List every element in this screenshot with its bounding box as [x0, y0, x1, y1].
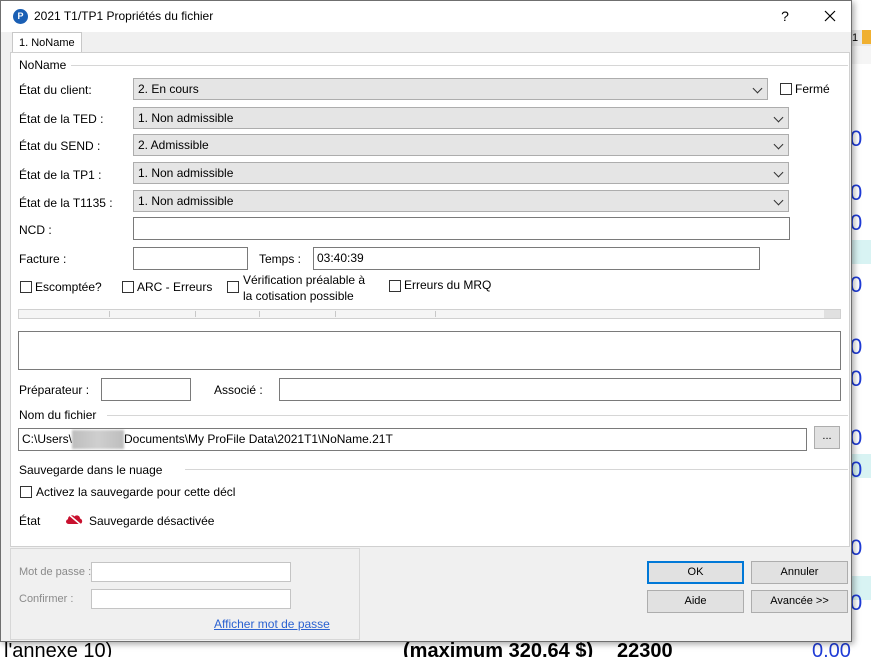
- cloud-state-value: Sauvegarde désactivée: [89, 514, 215, 528]
- profile-logo-icon: P: [13, 9, 28, 24]
- tab-noname[interactable]: 1. NoName: [12, 32, 82, 53]
- verification-checkbox[interactable]: [227, 281, 239, 293]
- client-state-label: État du client:: [19, 83, 92, 97]
- title-bar[interactable]: P 2021 T1/TP1 Propriétés du fichier ?: [1, 1, 851, 32]
- ted-state-value: 1. Non admissible: [138, 111, 234, 125]
- tp1-state-select[interactable]: 1. Non admissible: [133, 162, 789, 184]
- bg-bottom-amount: 0,00: [812, 640, 851, 657]
- file-path-prefix: C:\Users\: [22, 432, 73, 446]
- window-title: 2021 T1/TP1 Propriétés du fichier: [34, 9, 214, 23]
- notes-memo-field[interactable]: [18, 331, 841, 370]
- client-state-value: 2. En cours: [138, 82, 199, 96]
- send-state-select[interactable]: 2. Admissible: [133, 134, 789, 156]
- help-title-button[interactable]: ?: [771, 4, 799, 28]
- chevron-down-icon: [773, 195, 784, 206]
- file-properties-dialog: P 2021 T1/TP1 Propriétés du fichier ? 1.…: [0, 0, 852, 642]
- list-column-divider: [259, 311, 260, 317]
- cancel-button[interactable]: Annuler: [751, 561, 848, 584]
- erreurs-mrq-label: Erreurs du MRQ: [404, 278, 492, 292]
- temps-field[interactable]: 03:40:39: [313, 247, 760, 270]
- redacted-username: [72, 430, 125, 450]
- arc-erreurs-checkbox[interactable]: [122, 281, 134, 293]
- cloud-enable-checkbox[interactable]: [20, 486, 32, 498]
- confirm-password-field[interactable]: [91, 589, 291, 609]
- chevron-down-icon: [773, 112, 784, 123]
- tp1-state-label: État de la TP1 :: [19, 168, 102, 182]
- ferme-checkbox[interactable]: [780, 83, 792, 95]
- password-label: Mot de passe :: [19, 566, 92, 578]
- cloud-off-icon: [66, 512, 83, 526]
- preparateur-field[interactable]: [101, 378, 191, 401]
- t1135-state-select[interactable]: 1. Non admissible: [133, 190, 789, 212]
- facture-field[interactable]: [133, 247, 248, 270]
- escomptee-checkbox[interactable]: [20, 281, 32, 293]
- ncd-label: NCD :: [19, 223, 52, 237]
- bg-strip: [852, 240, 871, 264]
- ncd-field[interactable]: [133, 217, 790, 240]
- facture-label: Facture :: [19, 252, 67, 266]
- browse-button[interactable]: ...: [814, 426, 840, 449]
- t1135-state-label: État de la T1135 :: [19, 196, 113, 210]
- bg-bottom-row: l'annexe 10) (maximum 320,64 $) 22300 0,…: [0, 640, 871, 657]
- ok-button[interactable]: OK: [647, 561, 744, 584]
- close-icon: [824, 10, 836, 22]
- help-button[interactable]: Aide: [647, 590, 744, 613]
- t1135-state-value: 1. Non admissible: [138, 194, 234, 208]
- confirm-label: Confirmer :: [19, 593, 74, 605]
- file-path-field[interactable]: C:\Users\ Documents\My ProFile Data\2021T…: [18, 428, 807, 451]
- file-path-suffix: Documents\My ProFile Data\2021T1\NoName.…: [124, 432, 393, 446]
- cloud-enable-label: Activez la sauvegarde pour cette décl: [36, 485, 236, 499]
- verification-label-line1: Vérification préalable à: [243, 273, 366, 287]
- erreurs-mrq-checkbox[interactable]: [389, 280, 401, 292]
- associe-label: Associé :: [214, 383, 263, 397]
- temps-label: Temps :: [259, 252, 302, 266]
- group-divider: [185, 469, 848, 470]
- client-state-select[interactable]: 2. En cours: [133, 78, 768, 100]
- list-column-divider: [435, 311, 436, 317]
- notes-list-header[interactable]: [18, 309, 841, 319]
- close-button[interactable]: [813, 4, 847, 28]
- preparateur-label: Préparateur :: [19, 383, 90, 397]
- send-state-value: 2. Admissible: [138, 138, 209, 152]
- list-column-divider: [335, 311, 336, 317]
- chevron-down-icon: [752, 83, 763, 94]
- list-column-divider: [195, 311, 196, 317]
- advanced-button[interactable]: Avancée >>: [751, 590, 848, 613]
- associe-field[interactable]: [279, 378, 841, 401]
- chevron-down-icon: [773, 167, 784, 178]
- group-divider: [71, 65, 848, 66]
- show-password-link[interactable]: Afficher mot de passe: [214, 617, 330, 631]
- bg-strip: [852, 46, 871, 64]
- bg-bottom-value: 22300: [617, 640, 673, 657]
- ted-state-select[interactable]: 1. Non admissible: [133, 107, 789, 129]
- escomptee-label: Escomptée?: [35, 280, 102, 294]
- bg-bottom-mid: (maximum 320,64 $): [403, 640, 594, 657]
- send-state-label: État du SEND :: [19, 139, 101, 153]
- ted-state-label: État de la TED :: [19, 112, 104, 126]
- arc-erreurs-label: ARC - Erreurs: [137, 280, 213, 294]
- group-title-main: NoName: [19, 58, 71, 72]
- password-field[interactable]: [91, 562, 291, 582]
- ferme-label: Fermé: [795, 82, 830, 96]
- bg-bottom-text: l'annexe 10): [4, 640, 113, 657]
- tp1-state-value: 1. Non admissible: [138, 166, 234, 180]
- list-column-divider: [109, 311, 110, 317]
- group-title-cloud: Sauvegarde dans le nuage: [19, 463, 167, 477]
- verification-label-line2: la cotisation possible: [243, 289, 354, 303]
- chevron-down-icon: [773, 139, 784, 150]
- bg-toolbar-icon: [862, 30, 871, 44]
- list-scroll-button[interactable]: [824, 310, 840, 318]
- cloud-state-label: État: [19, 514, 41, 528]
- group-divider: [107, 415, 848, 416]
- bg-toolbar-text: 1: [852, 32, 859, 44]
- bg-toolbar: 1: [852, 30, 871, 46]
- group-title-filename: Nom du fichier: [19, 408, 101, 422]
